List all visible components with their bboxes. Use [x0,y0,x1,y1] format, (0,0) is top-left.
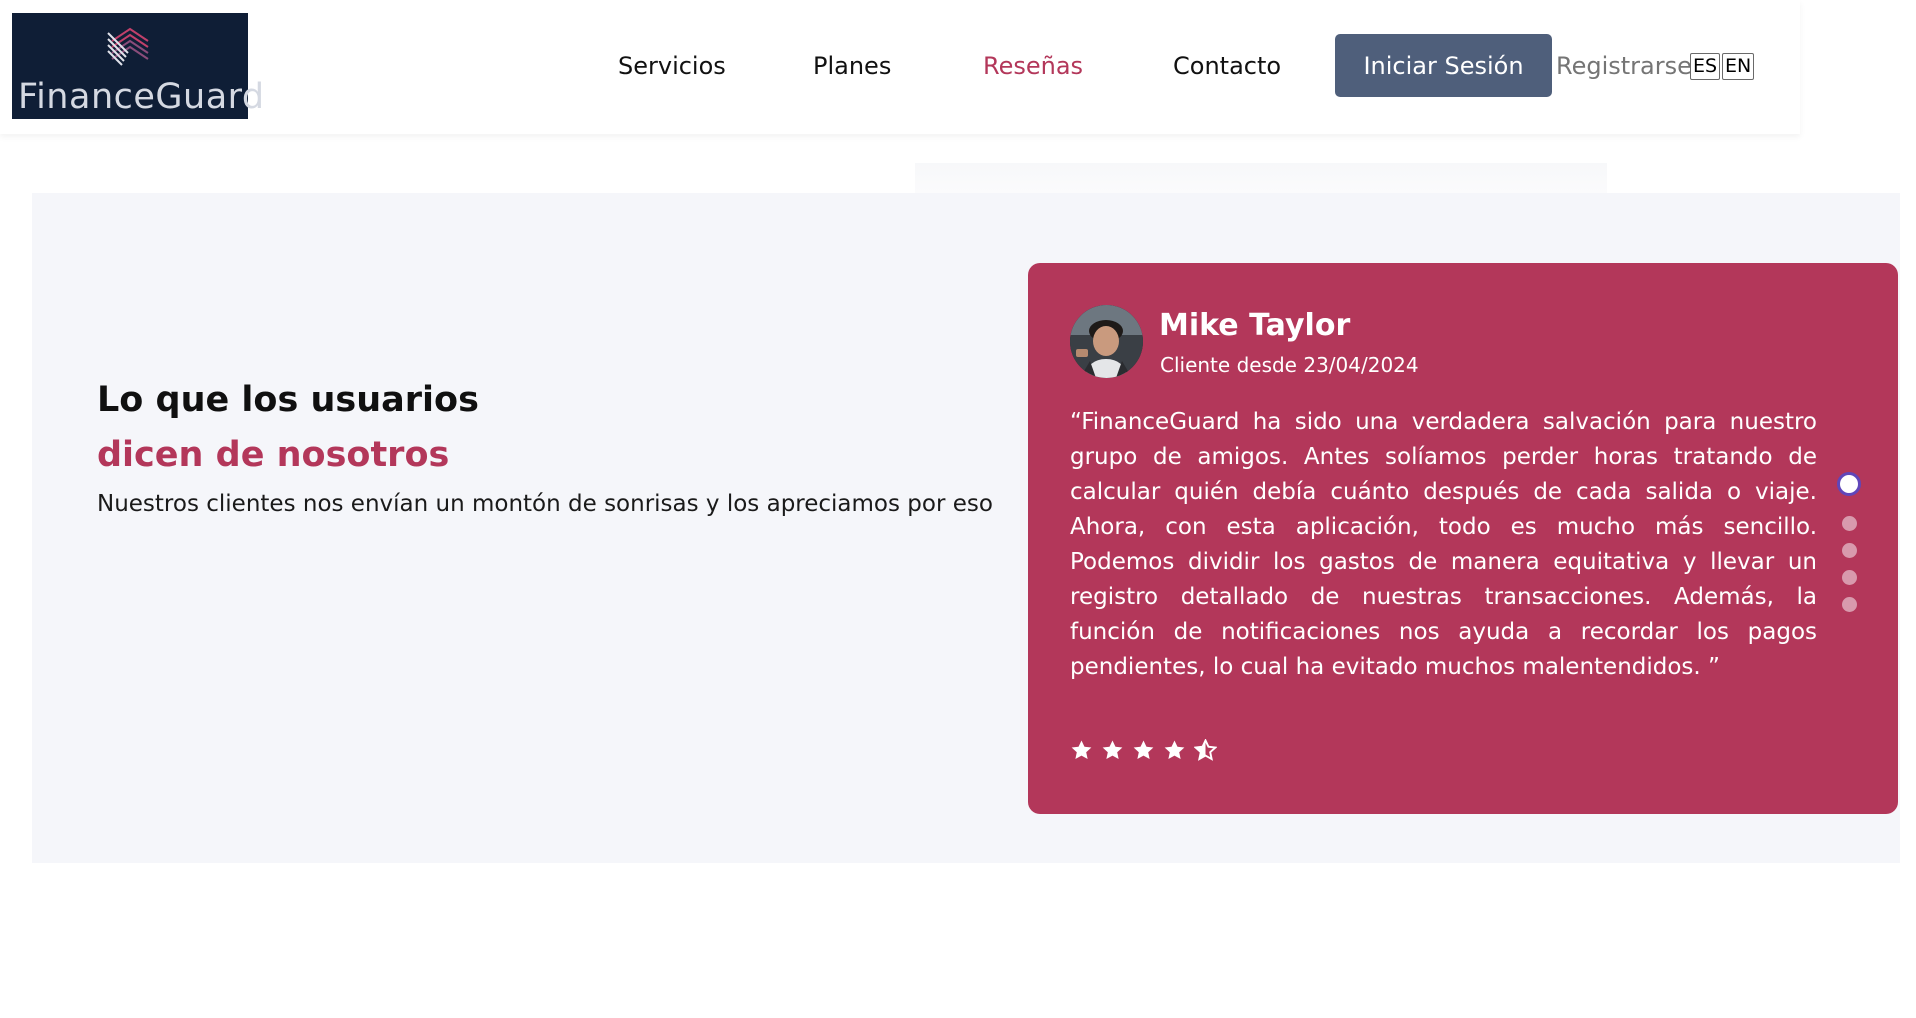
login-button[interactable]: Iniciar Sesión [1335,34,1552,97]
rating-stars [1070,739,1217,762]
review-text: “FinanceGuard ha sido una verdadera salv… [1070,409,1817,680]
logo-icon [107,27,149,66]
page: FinanceGuard Servicios Planes Reseñas Co… [0,0,1916,1018]
carousel-dot[interactable] [1841,543,1857,558]
top-navbar: FinanceGuard Servicios Planes Reseñas Co… [0,0,1800,134]
avatar [1070,305,1143,378]
reviewer-name: Mike Taylor [1159,308,1351,343]
star-icon [1164,740,1185,760]
carousel-dot[interactable] [1841,597,1857,612]
nav-link-planes[interactable]: Planes [813,52,891,80]
star-half-icon [1194,739,1217,761]
brand-logo[interactable]: FinanceGuard [12,13,264,119]
nav-link-contacto[interactable]: Contacto [1173,52,1281,80]
section-subtitle: Nuestros clientes nos envían un montón d… [97,491,993,517]
nav-link-servicios[interactable]: Servicios [618,52,726,80]
star-icon [1071,740,1092,760]
carousel-dot[interactable] [1841,516,1857,531]
section-title: Lo que los usuarios [97,380,479,420]
star-icon [1133,740,1154,760]
brand-name: FinanceGuard [18,77,265,117]
nav-link-resenas[interactable]: Reseñas [983,52,1083,80]
carousel-dot[interactable] [1841,570,1857,585]
language-es-button[interactable]: ES [1690,53,1721,80]
star-icon [1102,740,1123,760]
register-link[interactable]: Registrarse [1556,52,1692,80]
review-card: Mike Taylor Cliente desde 23/04/2024 “Fi… [1028,263,1898,814]
section-title-highlight: dicen de nosotros [97,435,450,475]
language-en-button[interactable]: EN [1722,53,1755,80]
carousel-dot-active[interactable] [1837,472,1861,496]
carousel-indicators [1836,472,1862,612]
reviewer-since: Cliente desde 23/04/2024 [1160,353,1419,377]
decorative-strip [915,163,1607,193]
